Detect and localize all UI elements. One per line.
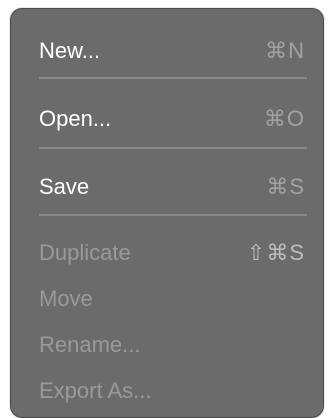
menu-item-shortcut: ⌘N <box>265 38 305 63</box>
menu-separator <box>39 147 307 149</box>
menu-item-move: Move <box>39 279 305 319</box>
menu-item-label: Rename... <box>39 332 141 357</box>
menu-item-label: Open... <box>39 106 112 131</box>
menu-item-duplicate: Duplicate ⇧⌘S <box>39 233 305 273</box>
menu-item-shortcut: ⇧⌘S <box>246 240 305 265</box>
menu-item-label: New... <box>39 38 101 63</box>
menu-item-shortcut: ⌘S <box>266 174 305 199</box>
menu-item-save[interactable]: Save ⌘S <box>39 167 305 207</box>
menu-item-rename: Rename... <box>39 325 305 365</box>
menu-item-export-as: Export As... <box>39 371 305 411</box>
file-context-menu: New... ⌘N Open... ⌘O Save ⌘S Duplicate ⇧… <box>10 8 324 418</box>
menu-item-label: Duplicate <box>39 240 131 265</box>
menu-item-shortcut: ⌘O <box>263 106 305 131</box>
menu-item-label: Move <box>39 286 93 311</box>
menu-item-label: Save <box>39 174 90 199</box>
menu-item-label: Export As... <box>39 378 152 403</box>
menu-separator <box>39 77 307 79</box>
menu-item-open[interactable]: Open... ⌘O <box>39 99 305 139</box>
menu-separator <box>39 214 307 216</box>
menu-item-new[interactable]: New... ⌘N <box>39 31 305 71</box>
